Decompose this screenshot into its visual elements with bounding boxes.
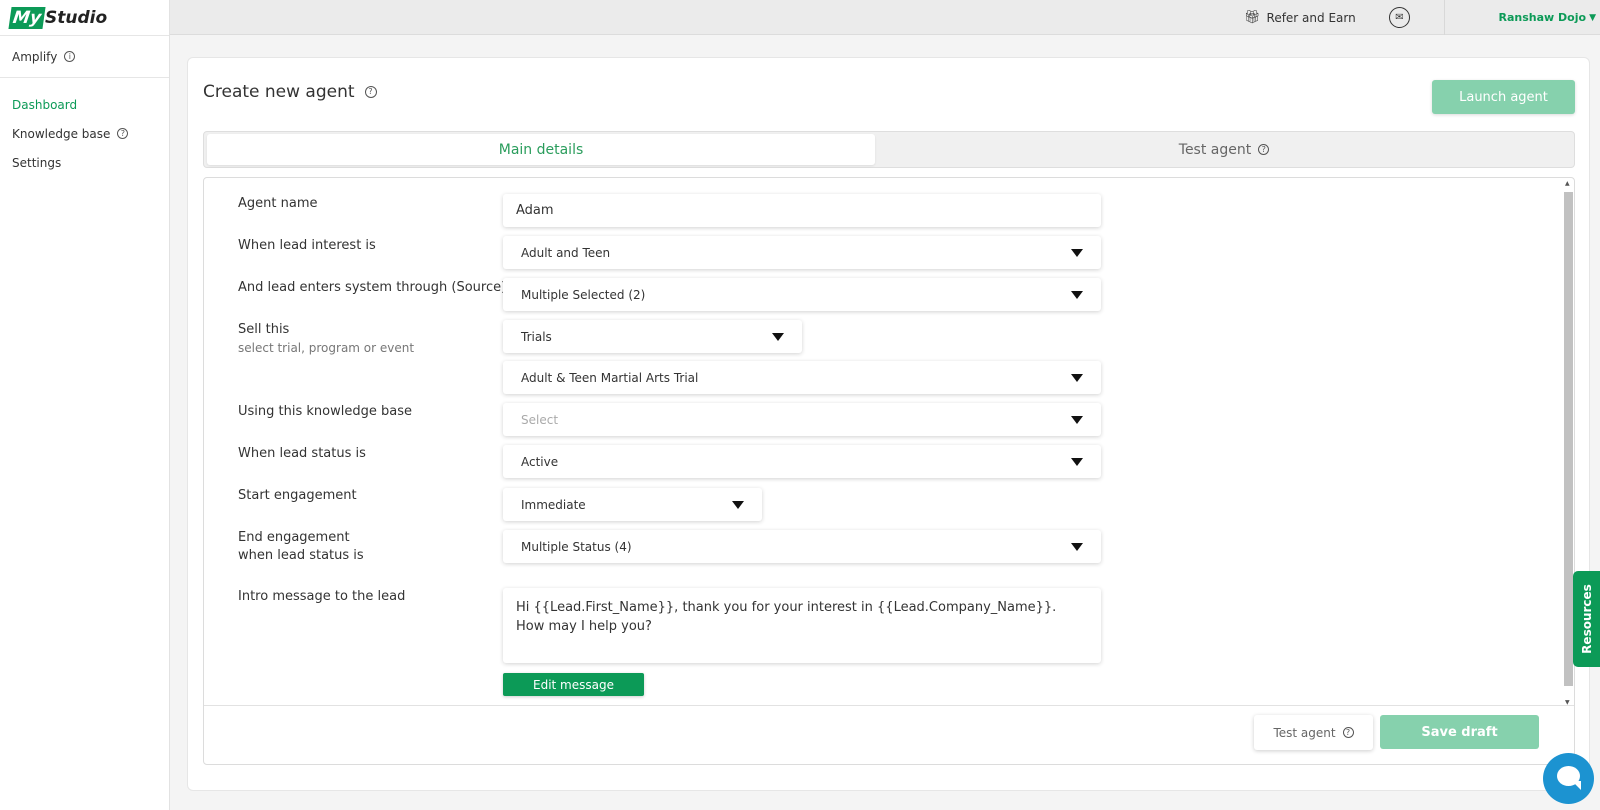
sidebar-item-label: Settings — [12, 155, 62, 170]
end-engagement-line2: when lead status is — [238, 548, 364, 563]
scrollbar-thumb[interactable] — [1564, 192, 1573, 686]
lead-status-select[interactable]: Active — [503, 445, 1101, 478]
tab-test-agent[interactable]: Test agent ? — [877, 134, 1571, 165]
end-engagement-line1: End engagement — [238, 530, 350, 545]
sell-this-title: Sell this — [238, 322, 290, 337]
intro-message-label: Intro message to the lead — [238, 589, 406, 604]
page-title-text: Create new agent — [203, 82, 355, 102]
chat-launcher-button[interactable] — [1543, 753, 1594, 804]
help-icon[interactable]: ? — [1342, 727, 1354, 738]
sidebar-item-label: Dashboard — [12, 97, 78, 112]
dropdown-arrow-icon — [1071, 416, 1083, 424]
page-title: Create new agent ? — [203, 82, 377, 102]
start-engagement-select[interactable]: Immediate — [503, 488, 762, 521]
dropdown-arrow-icon — [1071, 458, 1083, 466]
scrollbar[interactable]: ▲ ▼ — [1563, 180, 1573, 706]
sidebar-item-settings[interactable]: Settings — [0, 148, 169, 177]
lead-source-select[interactable]: Multiple Selected (2) — [503, 278, 1101, 311]
end-engagement-select[interactable]: Multiple Status (4) — [503, 530, 1101, 563]
tab-bar: Main details Test agent ? — [203, 131, 1575, 168]
logo-suffix: Studio — [45, 7, 108, 28]
sell-item-select[interactable]: Adult & Teen Martial Arts Trial — [503, 361, 1101, 394]
scroll-up-icon[interactable]: ▲ — [1565, 180, 1570, 187]
section-title: Amplify — [12, 49, 58, 64]
logo-prefix: My — [8, 6, 46, 29]
knowledge-base-label: Using this knowledge base — [238, 404, 412, 419]
app-logo[interactable]: My Studio — [0, 0, 169, 35]
mail-icon[interactable]: ✉ — [1389, 7, 1410, 28]
lead-interest-value: Adult and Teen — [521, 245, 611, 260]
sell-this-label: Sell this select trial, program or event — [238, 321, 414, 357]
sell-type-value: Trials — [521, 329, 552, 344]
help-icon[interactable]: ? — [364, 86, 377, 98]
create-agent-card: Create new agent ? Launch agent Main det… — [187, 57, 1590, 791]
resources-label: Resources — [1579, 584, 1594, 654]
resources-tab[interactable]: Resources — [1573, 571, 1600, 667]
agent-name-value: Adam — [516, 203, 554, 218]
lead-source-value: Multiple Selected (2) — [521, 287, 646, 302]
lead-interest-select[interactable]: Adult and Teen — [503, 236, 1101, 269]
top-bar: 🎁︎ Refer and Earn ✉ Ranshaw Dojo ▼ — [170, 0, 1600, 35]
save-draft-button[interactable]: Save draft — [1380, 715, 1539, 749]
chat-icon-tail — [1572, 781, 1581, 790]
sell-item-value: Adult & Teen Martial Arts Trial — [521, 370, 699, 385]
dropdown-arrow-icon — [772, 333, 784, 341]
agent-form: ▲ ▼ Agent name Adam When lead interest i… — [203, 177, 1575, 765]
tab-main-details[interactable]: Main details — [207, 134, 875, 165]
help-icon[interactable]: ? — [117, 128, 129, 139]
divider — [1444, 0, 1445, 35]
refer-and-earn-link[interactable]: 🎁︎ Refer and Earn — [1244, 0, 1356, 35]
sidebar-item-knowledge-base[interactable]: Knowledge base ? — [0, 119, 169, 148]
dropdown-arrow-icon — [1071, 374, 1083, 382]
sidebar-item-label: Knowledge base — [12, 126, 111, 141]
tab-label: Test agent — [1178, 141, 1252, 158]
knowledge-base-placeholder: Select — [521, 412, 559, 427]
end-engagement-label: End engagement when lead status is — [238, 529, 364, 565]
sidebar: My Studio Amplify i Dashboard Knowledge b… — [0, 0, 170, 810]
lead-status-value: Active — [521, 454, 559, 469]
dropdown-arrow-icon — [1071, 543, 1083, 551]
start-engagement-label: Start engagement — [238, 488, 357, 503]
dropdown-arrow-icon — [1071, 249, 1083, 257]
user-name: Ranshaw Dojo — [1498, 11, 1587, 24]
sidebar-nav: Dashboard Knowledge base ? Settings — [0, 78, 169, 177]
intro-message-textarea[interactable]: Hi {{Lead.First_Name}}, thank you for yo… — [503, 588, 1101, 663]
refer-label: Refer and Earn — [1266, 10, 1356, 25]
lead-interest-label: When lead interest is — [238, 238, 376, 253]
help-icon[interactable]: ? — [1258, 144, 1270, 155]
launch-agent-button[interactable]: Launch agent — [1432, 80, 1575, 114]
divider — [204, 705, 1574, 706]
sell-this-sublabel: select trial, program or event — [238, 341, 415, 355]
test-agent-label: Test agent — [1273, 725, 1336, 740]
agent-name-input[interactable]: Adam — [503, 194, 1101, 227]
tab-label: Main details — [498, 141, 584, 158]
dropdown-arrow-icon — [1071, 291, 1083, 299]
edit-message-button[interactable]: Edit message — [503, 673, 644, 696]
caret-down-icon: ▼ — [1589, 12, 1596, 23]
end-engagement-value: Multiple Status (4) — [521, 539, 632, 554]
dropdown-arrow-icon — [732, 501, 744, 509]
start-engagement-value: Immediate — [521, 497, 586, 512]
sidebar-item-dashboard[interactable]: Dashboard — [0, 90, 169, 119]
knowledge-base-select[interactable]: Select — [503, 403, 1101, 436]
agent-name-label: Agent name — [238, 196, 318, 211]
section-amplify[interactable]: Amplify i — [0, 35, 169, 78]
lead-source-label: And lead enters system through (Source) — [238, 280, 507, 295]
gift-icon: 🎁︎ — [1244, 10, 1261, 25]
user-menu[interactable]: Ranshaw Dojo ▼ — [1499, 0, 1596, 35]
test-agent-button[interactable]: Test agent ? — [1254, 715, 1373, 750]
sell-type-select[interactable]: Trials — [503, 320, 802, 353]
lead-status-label: When lead status is — [238, 446, 366, 461]
info-icon[interactable]: i — [64, 51, 76, 62]
